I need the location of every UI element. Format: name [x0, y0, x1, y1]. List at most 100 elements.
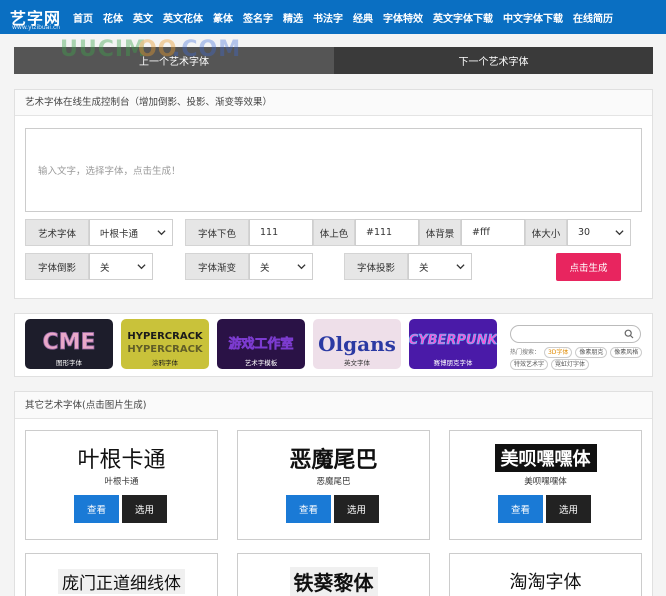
promo-banner: CME 图形字体 HYPERCRACK HYPERCRACK 涂鸦字体 游戏工作…	[14, 313, 653, 377]
other-fonts-title: 其它艺术字体(点击图片生成)	[15, 392, 652, 419]
font-card[interactable]: 叶根卡通 叶根卡通 查看 选用	[25, 430, 218, 540]
logo-sub: www.yizibuai.cn	[12, 24, 61, 31]
font-label: 艺术字体	[25, 219, 89, 246]
chevron-down-icon	[456, 264, 465, 270]
nav-english[interactable]: 英文	[128, 10, 158, 25]
nav-signature[interactable]: 签名字	[238, 10, 278, 25]
use-button[interactable]: 选用	[546, 495, 591, 523]
font-card[interactable]: 铁葵黎体	[237, 553, 430, 596]
font-name: 美呗嘿嘿体	[524, 477, 567, 487]
font-card[interactable]: 淘淘字体	[449, 553, 642, 596]
font-sample-text: 庞门正道细线体	[58, 568, 185, 594]
font-name: 恶魔尾巴	[316, 477, 351, 487]
reflect-select-value: 关	[100, 262, 110, 274]
promo-thumb-cyberpunk[interactable]: CYBERPUNK 赛博朋克字体	[409, 319, 497, 369]
panel-title: 艺术字体在线生成控制台（增加倒影、投影、渐变等效果）	[15, 90, 652, 116]
promo-caption: 涂鸦字体	[152, 359, 178, 367]
nav-en-download[interactable]: 英文字体下载	[428, 10, 498, 25]
font-sample-text: 美呗嘿嘿体	[494, 444, 597, 472]
bg-label: 体背景	[419, 219, 461, 246]
font-sample[interactable]: 铁葵黎体	[238, 566, 429, 596]
hot-searches: 热门搜索： 3D字体 像素朋克 像素风格 特效艺术字 霓虹灯字体	[510, 347, 646, 371]
font-card[interactable]: 庞门正道细线体	[25, 553, 218, 596]
nav-resume[interactable]: 在线简历	[568, 10, 618, 25]
nav-seal[interactable]: 篆体	[208, 10, 238, 25]
font-sample[interactable]: 恶魔尾巴	[238, 443, 429, 473]
font-name: 叶根卡通	[104, 477, 139, 487]
nav-classic[interactable]: 经典	[348, 10, 378, 25]
use-button[interactable]: 选用	[334, 495, 379, 523]
nav-english-fancy[interactable]: 英文花体	[158, 10, 208, 25]
shadow-select-value: 关	[419, 262, 429, 274]
promo-thumb-english[interactable]: Olgans 英文字体	[313, 319, 401, 369]
other-fonts-section: 其它艺术字体(点击图片生成) 叶根卡通 叶根卡通 查看 选用 恶魔尾巴 恶魔尾巴…	[14, 391, 653, 596]
nav-featured[interactable]: 精选	[278, 10, 308, 25]
promo-art-text: Olgans	[318, 332, 396, 356]
site-logo[interactable]: 艺字网 www.yizibuai.cn	[0, 0, 68, 34]
view-button[interactable]: 查看	[498, 495, 543, 523]
chevron-down-icon	[157, 230, 166, 236]
font-sample-text: 叶根卡通	[77, 448, 166, 473]
search-icon[interactable]	[624, 329, 634, 339]
font-sample-text: 恶魔尾巴	[289, 447, 378, 473]
nav-calligraphy[interactable]: 书法字	[308, 10, 348, 25]
hot-tag[interactable]: 3D字体	[543, 347, 573, 358]
bottom-color-input[interactable]: 111	[249, 219, 313, 246]
watermark: UUCIM OO .COM	[60, 36, 260, 68]
generate-button[interactable]: 点击生成	[556, 253, 621, 281]
nav-home[interactable]: 首页	[68, 10, 98, 25]
watermark-graphic: UUCIM OO .COM	[60, 37, 240, 62]
font-select-value: 叶根卡通	[100, 228, 139, 240]
top-nav: 艺字网 www.yizibuai.cn 首页 花体 英文 英文花体 篆体 签名字…	[0, 0, 666, 34]
reflect-label: 字体倒影	[25, 253, 89, 280]
size-select[interactable]: 30	[567, 219, 631, 246]
hot-tag[interactable]: 像素风格	[610, 347, 643, 358]
top-color-label: 体上色	[313, 219, 355, 246]
font-sample[interactable]: 美呗嘿嘿体	[450, 443, 641, 473]
chevron-down-icon	[137, 264, 146, 270]
size-label: 体大小	[525, 219, 567, 246]
chevron-down-icon	[615, 230, 624, 236]
promo-thumb-graffiti[interactable]: HYPERCRACK HYPERCRACK 涂鸦字体	[121, 319, 209, 369]
promo-art-text: CYBERPUNK	[409, 333, 497, 348]
bottom-color-label: 字体下色	[185, 219, 249, 246]
view-button[interactable]: 查看	[286, 495, 331, 523]
shadow-select[interactable]: 关	[408, 253, 472, 280]
next-font-button[interactable]: 下一个艺术字体	[334, 47, 653, 74]
promo-caption: 图形字体	[56, 359, 82, 367]
chevron-down-icon	[297, 264, 306, 270]
reflect-select[interactable]: 关	[89, 253, 153, 280]
font-card[interactable]: 恶魔尾巴 恶魔尾巴 查看 选用	[237, 430, 430, 540]
nav-huati[interactable]: 花体	[98, 10, 128, 25]
svg-text:UUCIM: UUCIM	[60, 37, 147, 62]
font-select[interactable]: 叶根卡通	[89, 219, 173, 246]
promo-art-text: HYPERCRACK	[127, 331, 204, 342]
promo-caption: 赛博朋克字体	[433, 359, 473, 367]
gradient-select-value: 关	[260, 262, 270, 274]
font-sample[interactable]: 庞门正道细线体	[26, 566, 217, 596]
promo-caption: 英文字体	[344, 359, 370, 367]
promo-thumb-template[interactable]: 游戏工作室 艺术字模板	[217, 319, 305, 369]
hot-tag[interactable]: 像素朋克	[575, 347, 608, 358]
bg-input[interactable]: #fff	[461, 219, 525, 246]
size-select-value: 30	[578, 227, 591, 238]
nav-links: 首页 花体 英文 英文花体 篆体 签名字 精选 书法字 经典 字体特效 英文字体…	[68, 10, 618, 25]
font-sample-text: 淘淘字体	[509, 572, 582, 593]
promo-art-text: 游戏工作室	[228, 336, 293, 352]
promo-search-input[interactable]	[510, 325, 641, 343]
font-card[interactable]: 美呗嘿嘿体 美呗嘿嘿体 查看 选用	[449, 430, 642, 540]
promo-thumb-graphic[interactable]: CME 图形字体	[25, 319, 113, 369]
hot-tag[interactable]: 特效艺术字	[510, 359, 549, 370]
view-button[interactable]: 查看	[74, 495, 119, 523]
font-sample[interactable]: 叶根卡通	[26, 443, 217, 473]
gradient-select[interactable]: 关	[249, 253, 313, 280]
text-input[interactable]: 输入文字，选择字体，点击生成！	[25, 128, 642, 212]
nav-effects[interactable]: 字体特效	[378, 10, 428, 25]
top-color-input[interactable]: #111	[355, 219, 419, 246]
promo-art-echo: HYPERCRACK	[127, 344, 204, 355]
promo-art-text: CME	[42, 330, 95, 355]
font-sample[interactable]: 淘淘字体	[450, 566, 641, 596]
use-button[interactable]: 选用	[122, 495, 167, 523]
hot-tag[interactable]: 霓虹灯字体	[550, 359, 589, 370]
nav-cn-download[interactable]: 中文字体下载	[498, 10, 568, 25]
